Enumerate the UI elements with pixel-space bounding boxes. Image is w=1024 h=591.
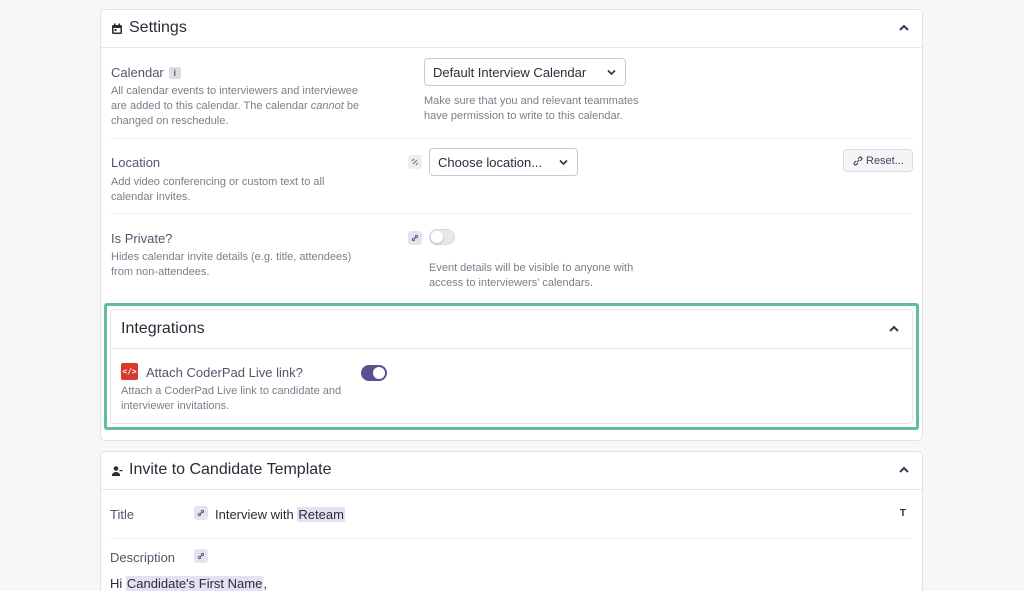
location-hint: Add video conferencing or custom text to… <box>111 176 325 203</box>
text-format-icon[interactable]: T <box>900 508 906 519</box>
link-icon <box>853 156 863 166</box>
calendar-note: Make sure that you and relevant teammate… <box>424 95 639 122</box>
invite-title: Invite to Candidate Template <box>129 461 332 478</box>
calendar-select-value: Default Interview Calendar <box>433 65 587 80</box>
integrations-header[interactable]: Integrations <box>111 310 912 349</box>
calendar-icon <box>112 23 122 34</box>
settings-title: Settings <box>129 19 187 36</box>
link-icon[interactable] <box>408 231 422 245</box>
coderpad-toggle[interactable] <box>361 365 387 381</box>
greeting-token: Candidate's First Name <box>125 576 264 591</box>
title-field-label: Title <box>110 507 135 522</box>
chevron-up-icon[interactable] <box>898 465 910 475</box>
invite-header[interactable]: Invite to Candidate Template <box>101 452 922 490</box>
reset-button[interactable]: Reset... <box>843 149 913 172</box>
private-label: Is Private? <box>111 231 173 246</box>
private-toggle[interactable] <box>429 229 455 245</box>
chevron-down-icon <box>607 69 616 76</box>
calendar-label-text: Calendar <box>111 65 164 80</box>
calendar-select[interactable]: Default Interview Calendar <box>424 58 626 86</box>
toggle-knob <box>431 231 443 243</box>
reset-label: Reset... <box>866 155 904 167</box>
private-note: Event details will be visible to anyone … <box>429 262 634 289</box>
link-icon[interactable] <box>194 549 208 563</box>
link-icon[interactable] <box>194 506 208 520</box>
greeting-prefix: Hi <box>110 576 126 591</box>
info-icon[interactable]: i <box>168 67 181 79</box>
settings-card: Settings Calendar i All calendar events t… <box>100 9 923 441</box>
chevron-up-icon[interactable] <box>898 23 910 33</box>
settings-header[interactable]: Settings <box>101 10 922 48</box>
integrations-card: Integrations </> Attach CoderPad Live li… <box>110 309 913 424</box>
title-prefix: Interview with <box>215 507 298 522</box>
greeting-suffix: , <box>263 576 267 591</box>
private-hint: Hides calendar invite details (e.g. titl… <box>111 251 352 278</box>
coderpad-logo: </> <box>121 363 138 380</box>
location-select[interactable]: Choose location... <box>429 148 578 176</box>
invite-card: Invite to Candidate Template Title Inter… <box>100 451 923 591</box>
person-icon <box>111 466 123 476</box>
location-placeholder: Choose location... <box>438 155 543 170</box>
description-body[interactable]: Hi Candidate's First Name, <box>110 576 267 591</box>
toggle-knob <box>373 367 385 379</box>
calendar-label: Calendar i <box>111 65 181 80</box>
title-token: Reteam <box>297 507 345 522</box>
calendar-hint: All calendar events to interviewers and … <box>111 84 373 129</box>
location-label: Location <box>111 155 161 170</box>
chevron-up-icon[interactable] <box>888 324 900 334</box>
coderpad-label: Attach CoderPad Live link? <box>146 365 303 380</box>
divider <box>111 538 912 539</box>
chevron-down-icon <box>559 159 568 166</box>
integrations-title: Integrations <box>121 320 205 337</box>
coderpad-hint: Attach a CoderPad Live link to candidate… <box>121 385 342 412</box>
divider <box>111 213 912 214</box>
divider <box>111 138 912 139</box>
unlink-icon[interactable] <box>408 155 422 169</box>
calendar-hint-emphasis: cannot <box>310 100 344 112</box>
title-field-value[interactable]: Interview with Reteam <box>215 507 345 522</box>
description-label: Description <box>110 550 176 565</box>
